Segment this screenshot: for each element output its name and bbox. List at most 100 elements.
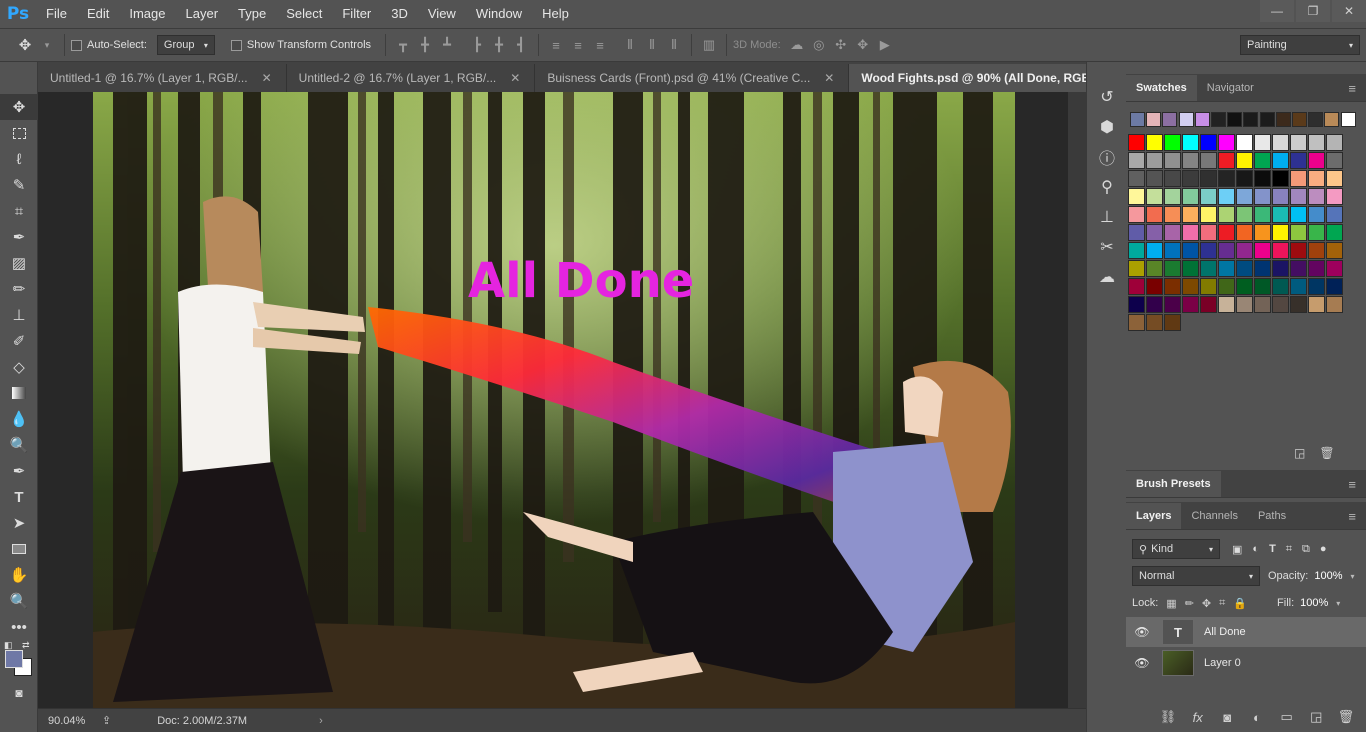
color-swatch[interactable] (1326, 224, 1343, 241)
color-swatch[interactable] (1272, 206, 1289, 223)
color-swatch[interactable] (1128, 296, 1145, 313)
recent-swatch[interactable] (1162, 112, 1178, 127)
healing-brush-tool-icon[interactable]: ▨ (0, 250, 38, 276)
layer-row-all-done[interactable]: 👁 T All Done (1126, 617, 1366, 647)
color-swatch[interactable] (1290, 278, 1307, 295)
export-icon[interactable]: ⇪ (102, 714, 111, 727)
menu-select[interactable]: Select (276, 0, 332, 28)
color-swatch[interactable] (1218, 170, 1235, 187)
color-swatch[interactable] (1164, 134, 1181, 151)
color-swatch[interactable] (1218, 242, 1235, 259)
link-icon[interactable]: ⛓ (1156, 708, 1180, 726)
color-swatch[interactable] (1236, 152, 1253, 169)
menu-window[interactable]: Window (466, 0, 532, 28)
marquee-tool-icon[interactable] (0, 120, 38, 146)
color-swatch[interactable] (1146, 296, 1163, 313)
color-swatch[interactable] (1182, 188, 1199, 205)
color-swatch[interactable] (1308, 188, 1325, 205)
color-swatch[interactable] (1146, 314, 1163, 331)
color-swatch[interactable] (1272, 188, 1289, 205)
clone-stamp-tool-icon[interactable]: ⊥ (0, 302, 38, 328)
color-swatch[interactable] (1182, 224, 1199, 241)
color-swatch[interactable] (1236, 206, 1253, 223)
color-swatch[interactable] (1164, 314, 1181, 331)
distribute-vcenter-icon[interactable]: ≡ (570, 37, 586, 53)
auto-select-checkbox[interactable] (71, 39, 82, 51)
color-swatch[interactable] (1146, 188, 1163, 205)
smart-object-filter-icon[interactable]: ⧉ (1302, 543, 1310, 556)
color-swatch[interactable] (1128, 224, 1145, 241)
tab-channels[interactable]: Channels (1181, 503, 1247, 529)
distribute-hcenter-icon[interactable]: ⦀ (644, 37, 660, 53)
recent-swatch[interactable] (1324, 112, 1340, 127)
recent-swatch[interactable] (1146, 112, 1162, 127)
color-swatch[interactable] (1290, 242, 1307, 259)
menu-image[interactable]: Image (119, 0, 175, 28)
new-swatch-icon[interactable]: ◲ (1294, 446, 1305, 460)
color-swatch[interactable] (1326, 134, 1343, 151)
color-swatch[interactable] (1254, 134, 1271, 151)
color-swatch[interactable] (1254, 188, 1271, 205)
history-icon[interactable]: ↺ (1087, 82, 1127, 112)
color-swatch[interactable] (1146, 242, 1163, 259)
crop-tool-icon[interactable]: ⌗ (0, 198, 38, 224)
tool-presets-icon[interactable]: ✂ (1087, 232, 1127, 262)
eye-icon[interactable]: 👁 (1134, 656, 1150, 670)
recent-swatch[interactable] (1194, 112, 1210, 127)
adjustment-icon[interactable]: ◐ (1245, 708, 1269, 726)
mask-icon[interactable]: ◙ (1215, 708, 1239, 726)
lock-position-icon[interactable]: ✥ (1202, 597, 1211, 610)
color-swatch[interactable] (1128, 134, 1145, 151)
auto-select-dropdown[interactable]: Group ▾ (156, 35, 215, 55)
3d-slide-icon[interactable]: ✥ (855, 37, 871, 53)
color-swatch[interactable] (1272, 224, 1289, 241)
color-swatch[interactable] (1164, 170, 1181, 187)
pixel-filter-icon[interactable]: ▣ (1232, 543, 1242, 556)
panel-menu-icon[interactable]: ≡ (1338, 503, 1366, 529)
libraries-icon[interactable]: ☁ (1087, 262, 1127, 292)
color-swatch[interactable] (1290, 134, 1307, 151)
blend-mode-dropdown[interactable]: Normal ▾ (1132, 566, 1260, 586)
color-swatch[interactable] (1182, 152, 1199, 169)
recent-swatch[interactable] (1211, 112, 1226, 127)
color-swatch[interactable] (1146, 260, 1163, 277)
align-hcenter-icon[interactable]: ╋ (491, 37, 507, 53)
color-swatch[interactable] (1146, 206, 1163, 223)
chevron-right-icon[interactable]: › (319, 715, 323, 727)
3d-scale-icon[interactable]: ▶ (877, 37, 893, 53)
color-swatch[interactable] (1254, 152, 1271, 169)
color-swatch[interactable] (1272, 242, 1289, 259)
color-swatch[interactable] (1182, 242, 1199, 259)
brush-tool-icon[interactable]: ✏ (0, 276, 38, 302)
vertical-scrollbar[interactable] (1068, 92, 1086, 708)
color-swatch[interactable] (1290, 152, 1307, 169)
color-swatch[interactable] (1326, 242, 1343, 259)
recent-swatch[interactable] (1308, 112, 1324, 127)
menu-filter[interactable]: Filter (332, 0, 381, 28)
recent-swatch[interactable] (1130, 112, 1145, 127)
color-swatch[interactable] (1218, 134, 1235, 151)
align-top-icon[interactable]: ┳ (395, 37, 411, 53)
clone-source-icon[interactable]: ⊥ (1087, 202, 1127, 232)
color-swatch[interactable] (1308, 170, 1325, 187)
color-swatch[interactable] (1236, 260, 1253, 277)
type-tool-icon[interactable]: T (0, 484, 38, 510)
color-swatch[interactable] (1146, 278, 1163, 295)
color-swatch[interactable] (1182, 296, 1199, 313)
color-swatch[interactable] (1218, 152, 1235, 169)
tab-paths[interactable]: Paths (1248, 503, 1296, 529)
color-swatch[interactable] (1290, 260, 1307, 277)
chevron-down-icon[interactable]: ▾ (1336, 599, 1340, 608)
3d-roll-icon[interactable]: ◎ (811, 37, 827, 53)
recent-swatch[interactable] (1227, 112, 1243, 127)
tab-layers[interactable]: Layers (1126, 503, 1182, 529)
recent-swatch[interactable] (1275, 112, 1291, 127)
color-swatch[interactable] (1272, 152, 1289, 169)
close-icon[interactable]: ✕ (262, 71, 272, 85)
color-swatch[interactable] (1326, 188, 1343, 205)
3d-icon[interactable]: ⬢ (1087, 112, 1127, 142)
workspace-dropdown[interactable]: Painting ▾ (1240, 35, 1360, 55)
color-swatch[interactable] (1200, 242, 1217, 259)
color-swatch[interactable] (1182, 134, 1199, 151)
color-swatch[interactable] (1254, 170, 1271, 187)
